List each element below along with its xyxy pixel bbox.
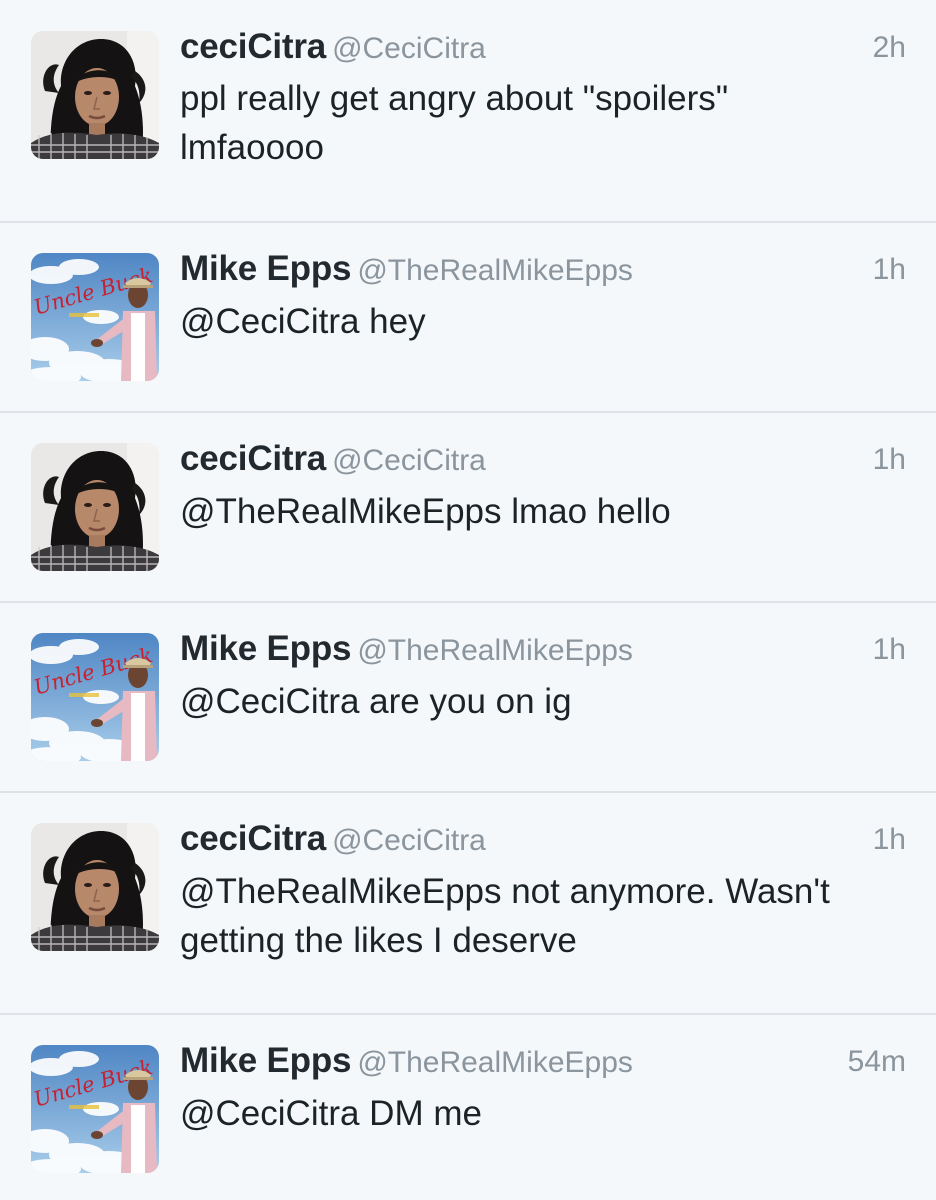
- tweet-author-name[interactable]: Mike Epps: [180, 249, 352, 288]
- tweet-author-handle[interactable]: @CeciCitra: [332, 444, 486, 477]
- tweet-author-name[interactable]: ceciCitra: [180, 819, 326, 858]
- tweet-row[interactable]: Uncle Buck Mike Epps @TheRealMikeEpps 1h …: [0, 223, 936, 413]
- tweet-timestamp: 54m: [847, 1045, 906, 1078]
- tweet-author-name[interactable]: ceciCitra: [180, 27, 326, 66]
- tweet-author-handle[interactable]: @CeciCitra: [332, 32, 486, 65]
- tweet-author-name[interactable]: Mike Epps: [180, 1041, 352, 1080]
- tweet-text: @CeciCitra are you on ig: [180, 682, 572, 721]
- tweet-text: @CeciCitra hey: [180, 302, 426, 341]
- tweet-author-name[interactable]: Mike Epps: [180, 629, 352, 668]
- tweet-author-handle[interactable]: @TheRealMikeEpps: [357, 254, 633, 287]
- tweet-timestamp: 1h: [872, 823, 906, 856]
- tweet-row[interactable]: Uncle Buck Mike Epps @TheRealMikeEpps 1h …: [0, 603, 936, 793]
- tweet-author-name[interactable]: ceciCitra: [180, 439, 326, 478]
- tweet-timestamp: 1h: [872, 633, 906, 666]
- tweet-text: @TheRealMikeEpps not anymore. Wasn't get…: [180, 872, 830, 960]
- tweet-author-handle[interactable]: @TheRealMikeEpps: [357, 1046, 633, 1079]
- ceci-portrait-avatar[interactable]: [31, 443, 159, 571]
- uncle-buck-avatar[interactable]: Uncle Buck: [31, 1045, 159, 1173]
- tweet-timestamp: 1h: [872, 443, 906, 476]
- tweet-timestamp: 2h: [872, 31, 906, 64]
- tweet-timestamp: 1h: [872, 253, 906, 286]
- tweet-row[interactable]: ceciCitra @CeciCitra 2h ppl really get an…: [0, 0, 936, 223]
- uncle-buck-avatar[interactable]: Uncle Buck: [31, 633, 159, 761]
- ceci-portrait-avatar[interactable]: [31, 31, 159, 159]
- tweet-text: ppl really get angry about "spoilers" lm…: [180, 79, 729, 167]
- ceci-portrait-avatar[interactable]: [31, 823, 159, 951]
- tweet-row[interactable]: ceciCitra @CeciCitra 1h @TheRealMikeEpps …: [0, 793, 936, 1015]
- tweet-author-handle[interactable]: @CeciCitra: [332, 824, 486, 857]
- tweet-row[interactable]: Uncle Buck Mike Epps @TheRealMikeEpps 54m…: [0, 1015, 936, 1200]
- tweet-text: @CeciCitra DM me: [180, 1094, 482, 1133]
- tweet-row[interactable]: ceciCitra @CeciCitra 1h @TheRealMikeEpps …: [0, 413, 936, 603]
- tweet-author-handle[interactable]: @TheRealMikeEpps: [357, 634, 633, 667]
- tweet-text: @TheRealMikeEpps lmao hello: [180, 492, 671, 531]
- uncle-buck-avatar[interactable]: Uncle Buck: [31, 253, 159, 381]
- tweet-timeline: ceciCitra @CeciCitra 2h ppl really get an…: [0, 0, 936, 1200]
